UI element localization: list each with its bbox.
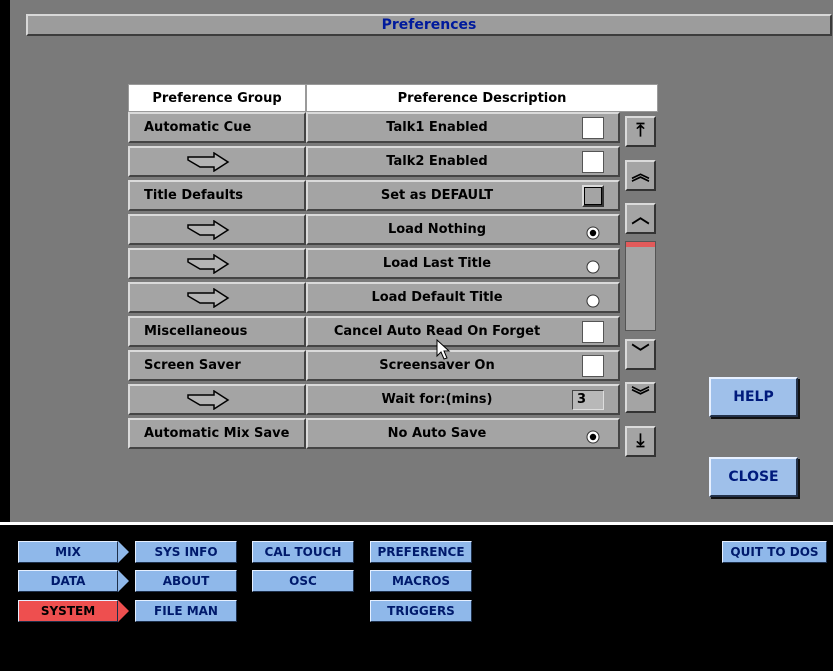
preference-group-cell (128, 248, 306, 279)
cal-touch-button[interactable]: CAL TOUCH (252, 541, 354, 563)
scroll-page-down-icon[interactable]: ︾ (625, 382, 656, 413)
tab-mix[interactable]: MIX (18, 541, 129, 563)
continuation-arrow-icon (186, 253, 230, 284)
preference-description-cell: Set as DEFAULT (306, 180, 620, 211)
tab-mix-label: MIX (18, 541, 118, 563)
scroll-line-down-icon[interactable]: ﹀ (625, 339, 656, 370)
preference-radio[interactable] (586, 257, 600, 274)
about-button[interactable]: ABOUT (135, 570, 237, 592)
preference-description: No Auto Save (387, 426, 487, 441)
scroll-top-icon[interactable]: ⤒ (625, 116, 656, 147)
continuation-arrow-icon (186, 219, 230, 250)
scroll-line-up-icon[interactable]: ︿ (625, 203, 656, 234)
preference-radio[interactable] (586, 427, 600, 444)
preference-description-cell: Load Nothing (306, 214, 620, 245)
preference-description-cell: Wait for:(mins) 3 (306, 384, 620, 415)
preference-group-cell: Screen Saver (128, 350, 306, 381)
bottom-nav-panel: MIX DATA SYSTEM SYS INFO ABOUT FILE MAN … (0, 522, 833, 671)
mouse-cursor-icon (436, 339, 451, 360)
preference-checkbox[interactable] (582, 321, 604, 343)
preference-checkbox[interactable] (582, 355, 604, 377)
preference-description: Wait for:(mins) (381, 392, 493, 407)
preference-group-cell (128, 282, 306, 313)
preference-group-cell (128, 384, 306, 415)
preference-group-cell (128, 214, 306, 245)
preference-checkbox[interactable] (582, 117, 604, 139)
preference-button[interactable]: PREFERENCE (370, 541, 472, 563)
file-man-button[interactable]: FILE MAN (135, 600, 237, 622)
tab-system-label: SYSTEM (18, 600, 118, 622)
preference-group-cell: Miscellaneous (128, 316, 306, 347)
tab-data[interactable]: DATA (18, 570, 129, 592)
preference-description: Load Last Title (382, 256, 492, 271)
close-button[interactable]: CLOSE (709, 457, 798, 497)
continuation-arrow-icon (186, 151, 230, 182)
preference-description: Load Default Title (371, 290, 503, 305)
preference-radio[interactable] (586, 291, 600, 308)
tab-system[interactable]: SYSTEM (18, 600, 129, 622)
scroll-thumb[interactable] (626, 242, 655, 247)
preference-description-cell: Talk2 Enabled (306, 146, 620, 177)
preference-description-cell: Load Default Title (306, 282, 620, 313)
tab-data-label: DATA (18, 570, 118, 592)
scrollbar[interactable]: ⤒ ︽ ︿ ﹀ ︾ ⤓ (622, 113, 659, 462)
triggers-button[interactable]: TRIGGERS (370, 600, 472, 622)
set-default-button[interactable] (582, 185, 604, 207)
preference-description-cell: Load Last Title (306, 248, 620, 279)
osc-button[interactable]: OSC (252, 570, 354, 592)
preference-group-cell: Title Defaults (128, 180, 306, 211)
preference-radio[interactable] (586, 223, 600, 240)
sys-info-button[interactable]: SYS INFO (135, 541, 237, 563)
preference-description: Cancel Auto Read On Forget (333, 324, 541, 339)
continuation-arrow-icon (186, 287, 230, 318)
preference-description: Talk1 Enabled (386, 120, 488, 135)
preferences-window: Preferences Preference Group Preference … (10, 0, 833, 522)
scroll-page-up-icon[interactable]: ︽ (625, 160, 656, 191)
preference-group-cell: Automatic Mix Save (128, 418, 306, 449)
column-header-description: Preference Description (306, 84, 658, 112)
preference-description-cell: Screensaver On (306, 350, 620, 381)
macros-button[interactable]: MACROS (370, 570, 472, 592)
window-title: Preferences (26, 14, 832, 36)
quit-to-dos-button[interactable]: QUIT TO DOS (722, 541, 827, 563)
column-header-group: Preference Group (128, 84, 306, 112)
scroll-bottom-icon[interactable]: ⤓ (625, 426, 656, 457)
wait-minutes-input[interactable]: 3 (572, 390, 604, 410)
preference-description: Set as DEFAULT (380, 188, 494, 203)
help-button[interactable]: HELP (709, 377, 798, 417)
preference-description: Talk2 Enabled (386, 154, 488, 169)
preference-group-cell: Automatic Cue (128, 112, 306, 143)
preference-description-cell: No Auto Save (306, 418, 620, 449)
preference-group-cell (128, 146, 306, 177)
scroll-track[interactable] (625, 241, 656, 331)
preference-checkbox[interactable] (582, 151, 604, 173)
continuation-arrow-icon (186, 389, 230, 420)
preference-description-cell: Talk1 Enabled (306, 112, 620, 143)
preference-description-cell: Cancel Auto Read On Forget (306, 316, 620, 347)
preference-description: Load Nothing (387, 222, 487, 237)
